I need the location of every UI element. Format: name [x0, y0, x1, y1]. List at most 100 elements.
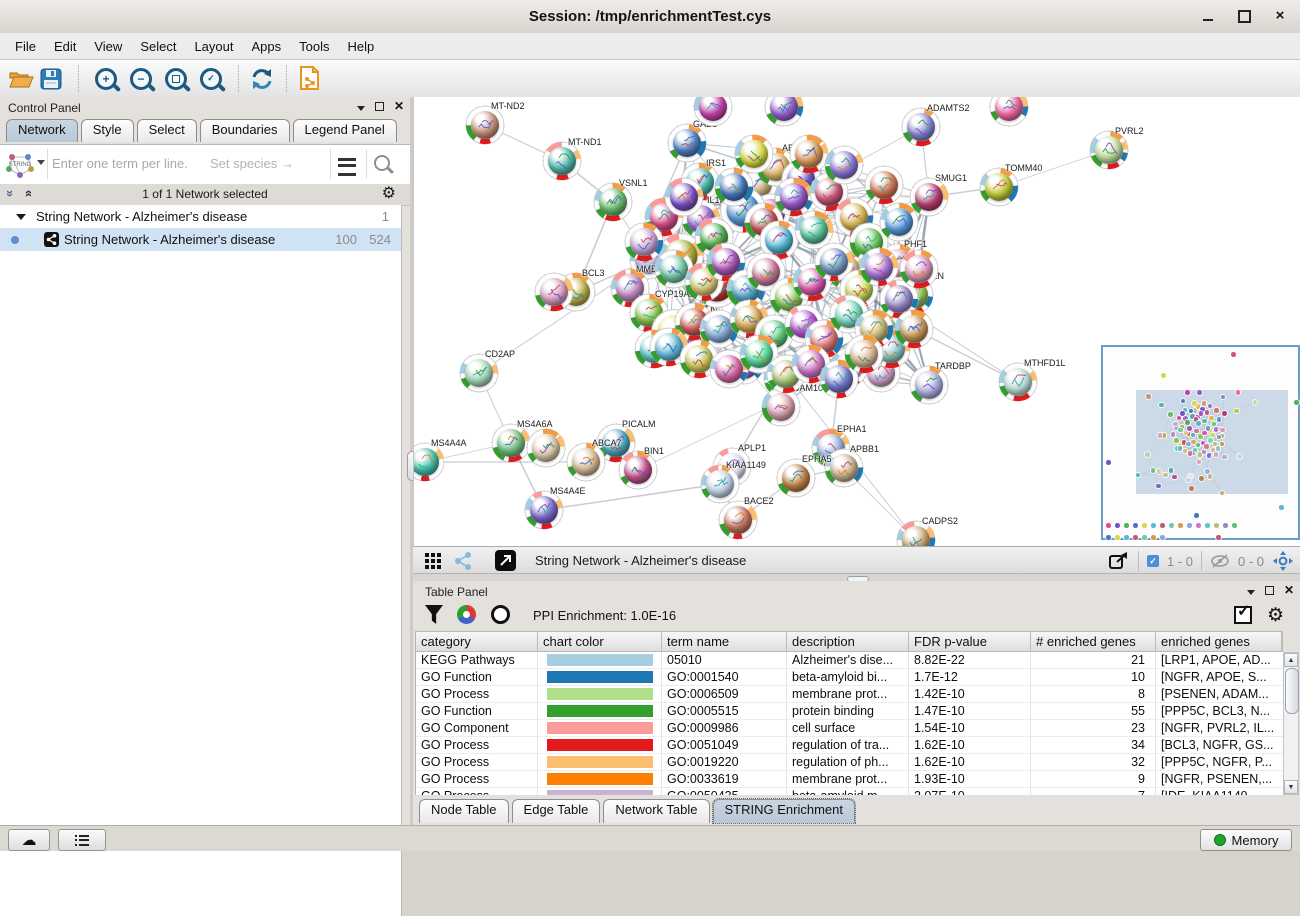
network-node-epha5[interactable]: EPHA5	[775, 457, 817, 499]
string-query-placeholder[interactable]: Enter one term per line.	[52, 156, 188, 171]
column-header--enriched-genes[interactable]: # enriched genes	[1031, 632, 1156, 651]
panel-minimize-icon[interactable]	[1247, 590, 1255, 595]
panel-close-icon[interactable]: ✕	[1284, 584, 1294, 596]
save-session-button[interactable]	[40, 60, 62, 97]
tab-legend-panel[interactable]: Legend Panel	[293, 119, 397, 142]
refresh-button[interactable]	[250, 60, 274, 97]
table-row[interactable]: GO FunctionGO:0005515protein binding1.47…	[416, 703, 1284, 720]
open-in-window-icon[interactable]	[495, 550, 516, 571]
table-row[interactable]: KEGG Pathways05010Alzheimer's dise...8.8…	[416, 652, 1284, 669]
network-node[interactable]	[525, 427, 567, 469]
cloud-tasks-button[interactable]: ☁	[8, 829, 50, 851]
network-node-ms4a4e[interactable]: MS4A4E	[523, 489, 565, 531]
network-file-button[interactable]	[296, 60, 324, 97]
network-node-mt-nd1[interactable]: MT-ND1	[541, 140, 583, 182]
ring-chart-icon[interactable]	[491, 605, 510, 624]
filter-icon[interactable]	[425, 605, 443, 624]
scroll-down-icon[interactable]: ▼	[1284, 780, 1298, 794]
column-header-description[interactable]: description	[787, 632, 909, 651]
string-logo-icon[interactable]: STRING	[3, 149, 37, 179]
network-view-canvas[interactable]: MT-ND2MT-ND1VSNL1GAB2IRS1IL1BCHATABCA1BC…	[413, 97, 1300, 546]
open-session-button[interactable]	[8, 60, 34, 97]
table-row[interactable]: GO ProcessGO:0050435beta-amyloid m...2.0…	[416, 788, 1284, 795]
network-node[interactable]	[863, 164, 905, 206]
table-row[interactable]: GO FunctionGO:0001540beta-amyloid bi...1…	[416, 669, 1284, 686]
export-network-icon[interactable]	[1108, 551, 1130, 571]
zoom-fit-button[interactable]	[165, 60, 187, 97]
menu-apps[interactable]: Apps	[243, 36, 291, 57]
string-options-icon[interactable]	[338, 158, 356, 176]
network-node[interactable]	[893, 308, 935, 350]
menu-select[interactable]: Select	[131, 36, 185, 57]
pan-navigate-icon[interactable]	[1272, 550, 1294, 572]
table-row[interactable]: GO ComponentGO:0009986cell surface1.54E-…	[416, 720, 1284, 737]
panel-float-icon[interactable]	[1265, 586, 1274, 595]
network-node-bace2[interactable]: BACE2	[717, 499, 759, 541]
scroll-up-icon[interactable]: ▲	[1284, 653, 1298, 667]
network-node[interactable]	[898, 248, 940, 290]
network-node[interactable]	[878, 201, 920, 243]
tree-expander-icon[interactable]	[16, 214, 26, 220]
birds-eye-view[interactable]	[1101, 345, 1300, 540]
chart-icon[interactable]	[457, 605, 476, 624]
network-node-pvrl2[interactable]: PVRL2	[1088, 129, 1130, 171]
network-node[interactable]	[733, 133, 775, 175]
tab-network-table[interactable]: Network Table	[603, 799, 709, 823]
tab-style[interactable]: Style	[81, 119, 134, 142]
enrichment-settings-icon[interactable]: ⚙	[1267, 604, 1284, 627]
string-db-caret-icon[interactable]	[37, 160, 45, 165]
menu-tools[interactable]: Tools	[290, 36, 338, 57]
column-header-term-name[interactable]: term name	[662, 632, 787, 651]
menu-edit[interactable]: Edit	[45, 36, 85, 57]
network-list-gear-icon[interactable]: ⚙	[382, 186, 396, 202]
tab-select[interactable]: Select	[137, 119, 197, 142]
network-node-ms4a4a[interactable]: MS4A4A	[413, 441, 446, 483]
network-node[interactable]	[988, 97, 1030, 128]
close-button[interactable]: ×	[1272, 8, 1288, 24]
network-node-mt-nd2[interactable]: MT-ND2	[464, 104, 506, 146]
network-node-mthfd1l[interactable]: MTHFD1L	[997, 361, 1039, 403]
network-node-gab2[interactable]: GAB2	[666, 122, 708, 164]
network-node[interactable]	[763, 97, 805, 128]
tab-network[interactable]: Network	[6, 119, 78, 142]
network-node-abca7[interactable]: ABCA7	[565, 441, 607, 483]
horizontal-splitter[interactable]	[413, 574, 1300, 581]
selected-nodes-icon[interactable]: ✓	[1147, 555, 1159, 567]
maximize-button[interactable]	[1236, 8, 1252, 24]
menu-help[interactable]: Help	[339, 36, 384, 57]
network-node[interactable]	[692, 97, 734, 128]
menu-view[interactable]: View	[85, 36, 131, 57]
network-node-adamts2[interactable]: ADAMTS2	[900, 106, 942, 148]
network-node[interactable]	[663, 176, 705, 218]
column-header-category[interactable]: category	[416, 632, 538, 651]
scrollbar-thumb[interactable]	[1285, 668, 1299, 714]
network-node-cadps2[interactable]: CADPS2	[895, 519, 937, 546]
tab-edge-table[interactable]: Edge Table	[512, 799, 601, 823]
column-header-enriched-genes[interactable]: enriched genes	[1156, 632, 1282, 651]
network-node-tardbp[interactable]: TARDBP	[908, 364, 950, 406]
menu-layout[interactable]: Layout	[185, 36, 242, 57]
tab-boundaries[interactable]: Boundaries	[200, 119, 290, 142]
panel-minimize-icon[interactable]	[357, 106, 365, 111]
tab-string-enrichment[interactable]: STRING Enrichment	[713, 799, 855, 823]
select-terms-icon[interactable]	[1234, 606, 1252, 624]
network-node[interactable]	[843, 333, 885, 375]
task-history-button[interactable]	[58, 829, 106, 851]
table-row[interactable]: GO ProcessGO:0019220regulation of ph...1…	[416, 754, 1284, 771]
network-node-bin1[interactable]: BIN1	[617, 449, 659, 491]
zoom-out-button[interactable]: −	[130, 60, 152, 97]
zoom-selected-button[interactable]: ✓	[200, 60, 222, 97]
column-header-chart-color[interactable]: chart color	[538, 632, 662, 651]
panel-close-icon[interactable]: ✕	[394, 100, 404, 112]
network-collection-row[interactable]: String Network - Alzheimer's disease 1	[0, 205, 401, 228]
network-node[interactable]	[823, 144, 865, 186]
menu-file[interactable]: File	[6, 36, 45, 57]
column-header-FDR-p-value[interactable]: FDR p-value	[909, 632, 1031, 651]
network-node-tomm40[interactable]: TOMM40	[978, 166, 1020, 208]
zoom-in-button[interactable]: +	[95, 60, 117, 97]
hidden-items-icon[interactable]	[1210, 553, 1230, 569]
network-node-vsnl1[interactable]: VSNL1	[592, 181, 634, 223]
memory-button[interactable]: Memory	[1200, 829, 1292, 851]
string-search-icon[interactable]	[374, 155, 390, 171]
table-row[interactable]: GO ProcessGO:0051049regulation of tra...…	[416, 737, 1284, 754]
